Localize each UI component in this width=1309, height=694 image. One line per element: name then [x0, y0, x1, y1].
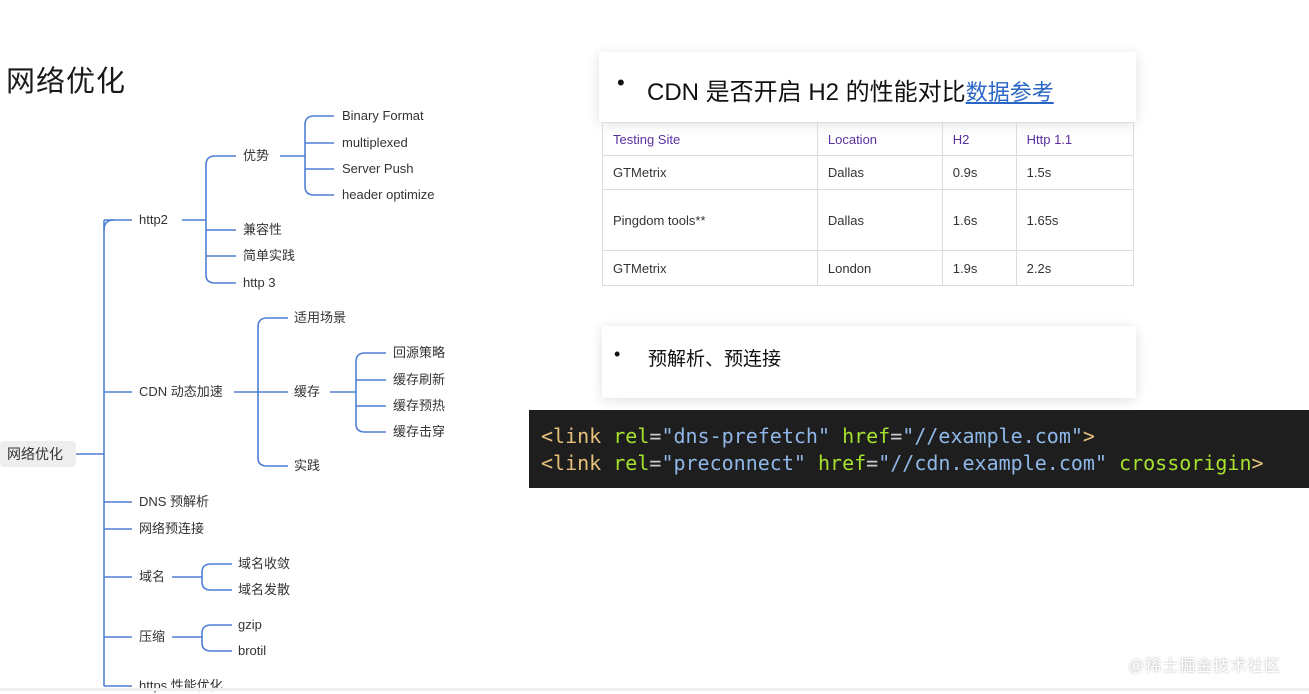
column-header: Http 1.1	[1015, 122, 1135, 156]
card-heading: 预解析、预连接	[648, 349, 782, 370]
table-row: GTMetrix Dallas 0.9s 1.5s	[602, 155, 1135, 190]
node-dns[interactable]: DNS 预解析	[139, 494, 209, 510]
node-cache-refresh[interactable]: 缓存刷新	[393, 372, 445, 388]
code-string: "preconnect"	[661, 451, 806, 475]
code-attr: href	[842, 424, 891, 448]
node-binary-format[interactable]: Binary Format	[342, 108, 424, 124]
table-cell: 1.5s	[1015, 155, 1135, 190]
preresolve-card: • 预解析、预连接	[602, 326, 1136, 398]
node-cache[interactable]: 缓存	[294, 384, 320, 400]
node-server-push[interactable]: Server Push	[342, 161, 414, 177]
table-cell: GTMetrix	[602, 155, 818, 190]
node-cache-origin[interactable]: 回源策略	[393, 345, 445, 361]
node-http2[interactable]: http2	[139, 212, 168, 228]
code-line-1: <link rel="dns-prefetch" href="//example…	[541, 424, 1095, 448]
table-cell: GTMetrix	[602, 250, 818, 286]
watermark: @稀土掘金技术社区	[1128, 658, 1282, 675]
code-attr: href	[817, 451, 867, 475]
table-cell: Dallas	[816, 189, 943, 251]
node-cdn[interactable]: CDN 动态加速	[139, 384, 223, 400]
table-cell: Pingdom tools**	[602, 189, 818, 251]
table-row: Pingdom tools** Dallas 1.6s 1.65s	[602, 189, 1135, 251]
code-attr: rel	[613, 424, 650, 448]
table-cell: 1.9s	[941, 250, 1017, 286]
column-header: H2	[941, 122, 1017, 156]
card-heading-text: CDN 是否开启 H2 的性能对比	[647, 79, 966, 106]
node-scenario[interactable]: 适用场景	[294, 310, 346, 326]
node-brotil[interactable]: brotil	[238, 643, 266, 659]
table-cell: Dallas	[816, 155, 943, 190]
code-tag: <link	[541, 424, 602, 448]
node-compat[interactable]: 兼容性	[243, 222, 282, 238]
table-cell: 2.2s	[1015, 250, 1135, 286]
node-domain[interactable]: 域名	[139, 569, 165, 585]
card-heading: CDN 是否开启 H2 的性能对比数据参考	[647, 72, 1054, 107]
code-line-2: <link rel="preconnect" href="//cdn.examp…	[541, 451, 1264, 475]
data-reference-link[interactable]: 数据参考	[966, 80, 1054, 105]
mindmap-root[interactable]: 网络优化	[0, 441, 76, 467]
table-cell: 1.65s	[1015, 189, 1135, 251]
bullet-icon: •	[617, 70, 625, 95]
code-attr: crossorigin	[1119, 451, 1252, 475]
table-cell: London	[816, 250, 943, 286]
node-header-optimize[interactable]: header optimize	[342, 187, 435, 203]
performance-table: Testing Site Location H2 Http 1.1 GTMetr…	[602, 122, 1135, 286]
node-compress[interactable]: 压缩	[139, 629, 165, 645]
code-tag: <link	[541, 451, 602, 475]
node-advantage[interactable]: 优势	[243, 148, 269, 164]
node-cache-preheat[interactable]: 缓存预热	[393, 398, 445, 414]
node-http3[interactable]: http 3	[243, 275, 276, 291]
bullet-icon: •	[614, 344, 621, 364]
node-simple-practice[interactable]: 简单实践	[243, 248, 295, 264]
code-string: "//example.com"	[902, 424, 1083, 448]
code-tag-end: >	[1251, 451, 1264, 475]
code-string: "dns-prefetch"	[661, 424, 831, 448]
node-cache-penetration[interactable]: 缓存击穿	[393, 424, 445, 440]
table-cell: 0.9s	[941, 155, 1017, 190]
cdn-h2-card: • CDN 是否开启 H2 的性能对比数据参考	[599, 52, 1136, 122]
column-header: Location	[816, 122, 943, 156]
table-header-row: Testing Site Location H2 Http 1.1	[602, 122, 1135, 156]
node-cdn-practice[interactable]: 实践	[294, 458, 320, 474]
code-tag-end: >	[1082, 424, 1095, 448]
node-gzip[interactable]: gzip	[238, 617, 262, 633]
code-string: "//cdn.example.com"	[878, 451, 1107, 475]
code-block: <link rel="dns-prefetch" href="//example…	[529, 410, 1309, 488]
node-multiplexed[interactable]: multiplexed	[342, 135, 408, 151]
node-domain-diverge[interactable]: 域名发散	[238, 582, 290, 598]
node-domain-converge[interactable]: 域名收敛	[238, 556, 290, 572]
node-preconnect[interactable]: 网络预连接	[139, 521, 204, 537]
node-https[interactable]: https 性能优化	[139, 678, 223, 694]
table-row: GTMetrix London 1.9s 2.2s	[602, 250, 1135, 286]
column-header: Testing Site	[602, 122, 818, 156]
table-cell: 1.6s	[941, 189, 1017, 251]
code-attr: rel	[613, 451, 650, 475]
